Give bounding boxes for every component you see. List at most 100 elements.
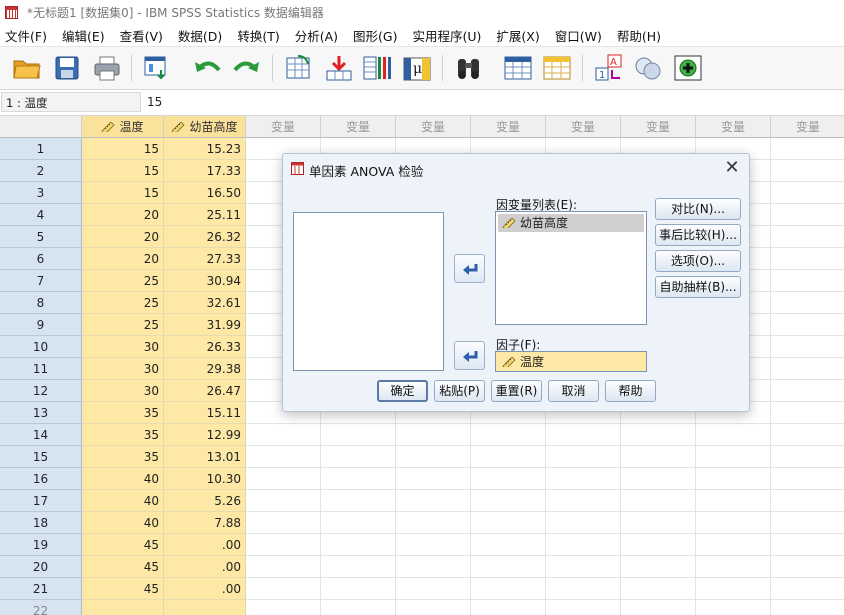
table-cell[interactable]: 31.99 [164, 314, 246, 336]
empty-cell[interactable] [321, 534, 396, 556]
empty-cell[interactable] [621, 424, 696, 446]
table-cell[interactable]: 35 [82, 424, 164, 446]
goto-case-icon[interactable] [284, 53, 314, 83]
table-cell[interactable]: 30 [82, 380, 164, 402]
empty-cell[interactable] [771, 578, 844, 600]
table-cell[interactable]: 45 [82, 534, 164, 556]
table-cell[interactable]: 25 [82, 292, 164, 314]
row-number[interactable]: 15 [0, 446, 82, 468]
empty-variable-header[interactable]: 变量 [246, 116, 321, 138]
table-cell[interactable]: .00 [164, 556, 246, 578]
table-cell[interactable]: 15 [82, 182, 164, 204]
factor-item[interactable]: 温度 [498, 353, 644, 371]
table-cell[interactable]: 26.33 [164, 336, 246, 358]
grid-corner[interactable] [0, 116, 82, 138]
menu-window[interactable]: 窗口(W) [550, 26, 612, 45]
table-cell[interactable]: 20 [82, 248, 164, 270]
menu-view[interactable]: 查看(V) [115, 26, 173, 45]
menu-help[interactable]: 帮助(H) [612, 26, 671, 45]
empty-cell[interactable] [771, 490, 844, 512]
table-cell[interactable]: 30.94 [164, 270, 246, 292]
empty-cell[interactable] [771, 600, 844, 615]
empty-cell[interactable] [471, 468, 546, 490]
empty-cell[interactable] [246, 512, 321, 534]
empty-cell[interactable] [396, 490, 471, 512]
empty-cell[interactable] [321, 490, 396, 512]
row-number[interactable]: 9 [0, 314, 82, 336]
table-cell[interactable]: 25.11 [164, 204, 246, 226]
row-number[interactable]: 7 [0, 270, 82, 292]
dialog-recall-icon[interactable] [142, 53, 172, 83]
empty-cell[interactable] [621, 512, 696, 534]
row-number[interactable]: 8 [0, 292, 82, 314]
menu-data[interactable]: 数据(D) [173, 26, 232, 45]
empty-cell[interactable] [771, 402, 844, 424]
table-cell[interactable]: 26.32 [164, 226, 246, 248]
menu-utilities[interactable]: 实用程序(U) [407, 26, 491, 45]
empty-cell[interactable] [771, 182, 844, 204]
dependent-list[interactable]: 幼苗高度 [495, 211, 647, 325]
cell-reference[interactable]: 1 : 温度 [1, 92, 141, 112]
empty-cell[interactable] [321, 424, 396, 446]
menu-extensions[interactable]: 扩展(X) [491, 26, 549, 45]
empty-cell[interactable] [246, 578, 321, 600]
table-cell[interactable]: 15 [82, 138, 164, 160]
factor-field[interactable]: 温度 [495, 351, 647, 372]
empty-cell[interactable] [396, 556, 471, 578]
empty-cell[interactable] [396, 468, 471, 490]
empty-variable-header[interactable]: 变量 [396, 116, 471, 138]
empty-cell[interactable] [696, 600, 771, 615]
row-number[interactable]: 18 [0, 512, 82, 534]
move-to-factor-button[interactable] [454, 341, 485, 370]
empty-variable-header[interactable]: 变量 [696, 116, 771, 138]
menu-transform[interactable]: 转换(T) [232, 26, 289, 45]
post-hoc-button[interactable]: 事后比较(H)... [655, 224, 741, 246]
empty-cell[interactable] [771, 204, 844, 226]
row-number[interactable]: 16 [0, 468, 82, 490]
empty-variable-header[interactable]: 变量 [546, 116, 621, 138]
empty-variable-header[interactable]: 变量 [771, 116, 844, 138]
empty-cell[interactable] [246, 600, 321, 615]
cancel-button[interactable]: 取消 [548, 380, 599, 402]
empty-cell[interactable] [696, 534, 771, 556]
empty-cell[interactable] [771, 226, 844, 248]
table-cell[interactable]: 27.33 [164, 248, 246, 270]
goto-variable-icon[interactable] [324, 53, 354, 83]
empty-cell[interactable] [696, 578, 771, 600]
undo-icon[interactable] [192, 53, 222, 83]
table-cell[interactable]: .00 [164, 578, 246, 600]
table-cell[interactable]: 20 [82, 226, 164, 248]
empty-cell[interactable] [621, 490, 696, 512]
row-number[interactable]: 13 [0, 402, 82, 424]
column-header-0[interactable]: 温度 [82, 116, 164, 138]
row-number[interactable]: 1 [0, 138, 82, 160]
table-cell[interactable]: 40 [82, 468, 164, 490]
table-cell[interactable]: 35 [82, 446, 164, 468]
empty-cell[interactable] [696, 468, 771, 490]
empty-cell[interactable] [246, 446, 321, 468]
table-cell[interactable]: 20 [82, 204, 164, 226]
empty-cell[interactable] [396, 578, 471, 600]
empty-cell[interactable] [546, 424, 621, 446]
table-cell[interactable]: 25 [82, 314, 164, 336]
empty-cell[interactable] [471, 424, 546, 446]
empty-cell[interactable] [471, 556, 546, 578]
menu-graphs[interactable]: 图形(G) [348, 26, 407, 45]
empty-cell[interactable] [471, 534, 546, 556]
source-variable-list[interactable] [293, 212, 444, 371]
find-icon[interactable] [454, 53, 484, 83]
empty-cell[interactable] [246, 424, 321, 446]
empty-cell[interactable] [396, 534, 471, 556]
table-cell[interactable] [82, 600, 164, 615]
empty-cell[interactable] [621, 446, 696, 468]
table-cell[interactable] [164, 600, 246, 615]
empty-cell[interactable] [396, 600, 471, 615]
table-cell[interactable]: 45 [82, 556, 164, 578]
empty-cell[interactable] [546, 468, 621, 490]
menu-file[interactable]: 文件(F) [0, 26, 57, 45]
empty-cell[interactable] [321, 556, 396, 578]
list-item[interactable]: 幼苗高度 [498, 214, 644, 232]
empty-cell[interactable] [771, 248, 844, 270]
empty-cell[interactable] [246, 468, 321, 490]
table-cell[interactable]: 30 [82, 358, 164, 380]
